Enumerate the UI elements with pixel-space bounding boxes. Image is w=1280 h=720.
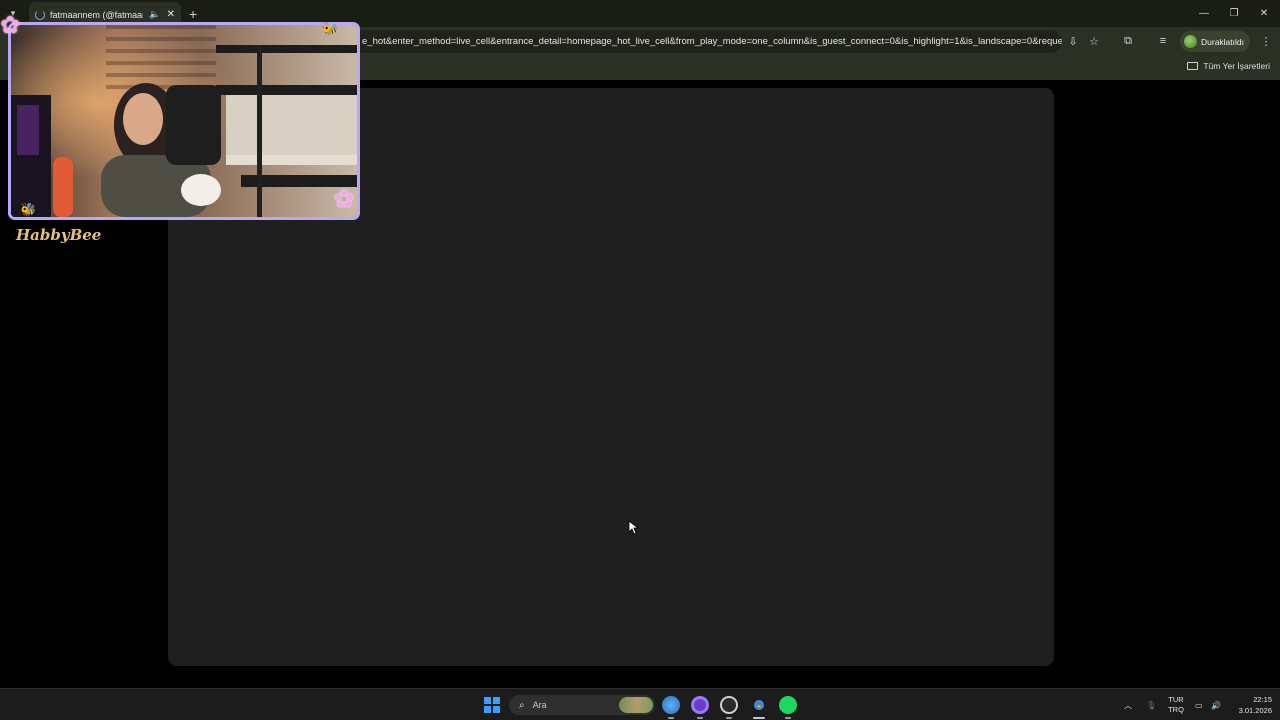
running-indicator: [785, 717, 791, 719]
install-app-icon[interactable]: ⇩: [1064, 32, 1082, 50]
bee-decoration-icon: 🐝: [322, 21, 339, 36]
flower-decoration-icon: ✿: [334, 186, 355, 213]
streamer-watermark: HabbyBee: [16, 226, 102, 244]
spotify-icon[interactable]: [779, 696, 797, 714]
webcam-overlay: [8, 22, 360, 220]
chrome-icon[interactable]: [750, 696, 768, 714]
address-bar[interactable]: e_hot&enter_method=live_cell&entrance_de…: [352, 30, 1062, 53]
input-language-indicator[interactable]: TUR TRQ: [1164, 695, 1188, 715]
clock-date: 3.01.2026: [1238, 706, 1272, 715]
steam-icon[interactable]: [720, 696, 738, 714]
screen: ▾ fatmaannem (@fatmaannem 🔈 ✕ + — ❐ ✕ e_…: [0, 0, 1280, 720]
bookmark-star-icon[interactable]: ☆: [1085, 32, 1103, 50]
volume-icon[interactable]: 🔊: [1211, 689, 1221, 720]
flower-decoration-icon: ✿: [0, 12, 21, 39]
windows-taskbar: ⌕ Ara ︿ 🎙 TUR TRQ ▭ 🔊 22:15 3.01.2026: [0, 688, 1280, 720]
restore-button[interactable]: ❐: [1218, 0, 1250, 27]
minimize-button[interactable]: —: [1188, 0, 1220, 27]
running-indicator: [726, 717, 732, 719]
microphone-icon[interactable]: 🎙: [1146, 689, 1156, 720]
extensions-icon[interactable]: ⧉: [1119, 32, 1137, 50]
folder-icon: [1187, 62, 1199, 70]
media-controls-icon[interactable]: ≡: [1154, 32, 1172, 50]
running-indicator: [753, 717, 765, 719]
app-icon-2[interactable]: [691, 696, 709, 714]
mouse-cursor-icon: [628, 520, 638, 535]
search-icon: ⌕: [519, 699, 525, 711]
system-clock[interactable]: 22:15 3.01.2026: [1226, 694, 1272, 716]
avatar: [1184, 35, 1197, 48]
lang-bottom: TRQ: [1168, 705, 1184, 714]
search-highlight-image: [619, 697, 653, 713]
running-indicator: [697, 717, 703, 719]
profile-button[interactable]: Duraklatıldı: [1180, 31, 1250, 52]
clock-time: 22:15: [1253, 695, 1272, 704]
tab-title: fatmaannem (@fatmaannem: [50, 9, 143, 20]
close-window-button[interactable]: ✕: [1248, 0, 1280, 27]
taskbar-search-placeholder: Ara: [532, 700, 547, 710]
tab-close-button[interactable]: ✕: [167, 9, 175, 20]
running-indicator: [668, 717, 674, 719]
windows-start-icon[interactable]: [484, 697, 500, 713]
chevron-up-icon[interactable]: ︿: [1124, 689, 1132, 720]
bee-decoration-icon: 🐝: [20, 202, 37, 217]
all-bookmarks-label: Tüm Yer İşaretleri: [1203, 61, 1270, 71]
address-text: e_hot&enter_method=live_cell&entrance_de…: [362, 36, 1062, 47]
loading-spinner-icon: [35, 9, 45, 20]
kebab-menu-icon[interactable]: ⋮: [1257, 32, 1275, 50]
taskbar-search[interactable]: ⌕ Ara: [509, 695, 655, 715]
new-tab-button[interactable]: +: [189, 6, 197, 22]
lang-top: TUR: [1168, 695, 1184, 704]
all-bookmarks-button[interactable]: Tüm Yer İşaretleri: [1187, 61, 1270, 71]
speaker-icon[interactable]: 🔈: [149, 9, 160, 20]
profile-label: Duraklatıldı: [1201, 36, 1244, 47]
app-icon-1[interactable]: [662, 696, 680, 714]
webcam-image: [11, 25, 357, 217]
network-icon[interactable]: ▭: [1195, 689, 1203, 720]
